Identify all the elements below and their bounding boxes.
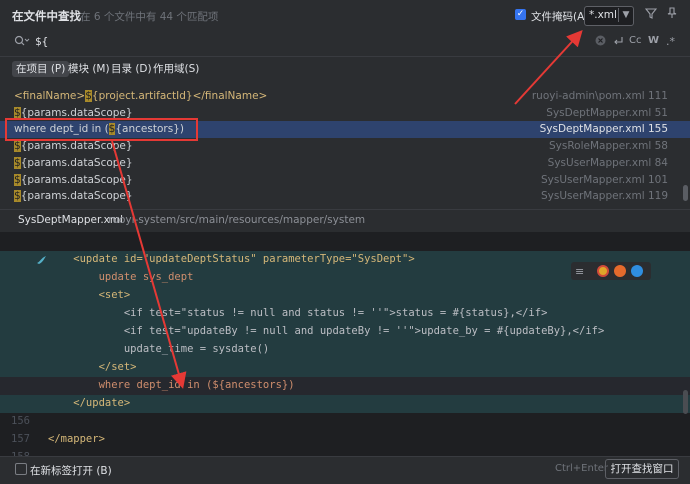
- code-line: 150 <set>: [0, 287, 690, 319]
- code-text: <if test="updateBy != null and updateBy …: [48, 325, 605, 337]
- result-match: $: [14, 157, 21, 169]
- result-text-post: {params.dataScope}: [20, 140, 133, 152]
- result-row[interactable]: ${params.dataScope} SysUserMapper.xml 11…: [0, 188, 690, 205]
- newline-icon[interactable]: [612, 35, 624, 50]
- edge-icon[interactable]: [631, 265, 643, 277]
- tab-project[interactable]: 在项目 (P): [12, 61, 70, 77]
- result-match: $: [85, 90, 92, 102]
- result-text-post: {params.dataScope}: [20, 157, 133, 169]
- result-row[interactable]: ${params.dataScope} SysUserMapper.xml 84: [0, 155, 690, 172]
- chevron-down-icon[interactable]: ▼: [618, 8, 633, 22]
- code-line: 152 <if test="updateBy != null and updat…: [0, 323, 690, 355]
- result-location: SysDeptMapper.xml 155: [539, 123, 668, 135]
- result-location: ruoyi-admin\pom.xml 111: [531, 90, 668, 102]
- result-location: SysUserMapper.xml 119: [541, 190, 668, 202]
- search-icon[interactable]: [14, 35, 30, 50]
- file-mask-value[interactable]: *.xml: [589, 9, 617, 21]
- result-text-pre: <finalName>: [14, 90, 86, 102]
- code-text: update_time = sysdate(): [48, 343, 270, 355]
- code-text: <set>: [48, 289, 131, 301]
- open-find-window-button[interactable]: 打开查找窗口: [605, 459, 679, 479]
- tab-scope[interactable]: 作用域(S): [149, 61, 203, 77]
- result-text-post: {params.dataScope}: [20, 174, 133, 186]
- code-text: </mapper>: [48, 433, 105, 445]
- code-text: </set>: [48, 361, 137, 373]
- code-line: 158 </mapper>: [0, 431, 690, 463]
- code-line: 151 <if test="status != null and status …: [0, 305, 690, 337]
- code-line: 156 </update>: [0, 395, 690, 427]
- editor-scrollbar[interactable]: [683, 390, 688, 414]
- file-mask-label: 文件掩码(A):: [531, 11, 592, 23]
- word-icon[interactable]: W: [648, 35, 659, 46]
- wrap-icon[interactable]: ≡: [575, 265, 584, 278]
- result-match: $: [14, 190, 21, 202]
- search-input[interactable]: ${: [35, 35, 48, 48]
- search-row: [0, 30, 690, 57]
- code-text: <update id="updateDeptStatus" parameterT…: [48, 253, 415, 265]
- result-row[interactable]: ${params.dataScope} SysUserMapper.xml 10…: [0, 172, 690, 189]
- code-text: where dept_id in (${ancestors}): [48, 379, 295, 391]
- open-in-new-tab-label: 在新标签打开 (B): [30, 465, 112, 477]
- case-icon[interactable]: Cc: [629, 35, 641, 46]
- code-line: 153 update_time = sysdate(): [0, 341, 690, 373]
- pin-icon[interactable]: [666, 7, 678, 22]
- code-line-current: 155 where dept_id in (${ancestors}): [0, 377, 690, 409]
- annotation-box: [5, 118, 198, 141]
- file-mask-checkbox[interactable]: ✓: [515, 9, 526, 20]
- preview-file-path: ruoyi-system/src/main/resources/mapper/s…: [108, 214, 366, 226]
- result-match: $: [14, 174, 21, 186]
- code-line: 147: [0, 233, 690, 265]
- code-text: </update>: [48, 397, 131, 409]
- result-row[interactable]: <finalName>${project.artifactId}</finalN…: [0, 88, 690, 105]
- result-match: $: [14, 140, 21, 152]
- result-location: SysRoleMapper.xml 58: [548, 140, 668, 152]
- dialog-title: 在文件中查找: [12, 9, 81, 23]
- results-scrollbar[interactable]: [683, 185, 688, 201]
- result-text-post: {project.artifactId}</finalName>: [91, 90, 268, 102]
- code-text: update sys_dept: [48, 271, 194, 283]
- open-in-new-tab-checkbox[interactable]: [15, 463, 27, 475]
- regex-icon[interactable]: .*: [666, 35, 675, 48]
- chrome-icon[interactable]: [597, 265, 609, 277]
- result-location: SysUserMapper.xml 101: [541, 174, 668, 186]
- result-location: SysDeptMapper.xml 51: [546, 107, 668, 119]
- result-text-post: {params.dataScope}: [20, 190, 133, 202]
- result-location: SysUserMapper.xml 84: [547, 157, 668, 169]
- match-count: 在 6 个文件中有 44 个匹配项: [80, 11, 219, 23]
- firefox-icon[interactable]: [614, 265, 626, 277]
- clear-icon[interactable]: [595, 35, 606, 49]
- code-line: 157: [0, 413, 690, 445]
- filter-icon[interactable]: [644, 7, 658, 22]
- mybatis-gutter-icon[interactable]: [36, 254, 48, 269]
- code-text: <if test="status != null and status != '…: [48, 307, 548, 319]
- shortcut-hint: Ctrl+Enter: [555, 463, 609, 474]
- code-line: 154 </set>: [0, 359, 690, 391]
